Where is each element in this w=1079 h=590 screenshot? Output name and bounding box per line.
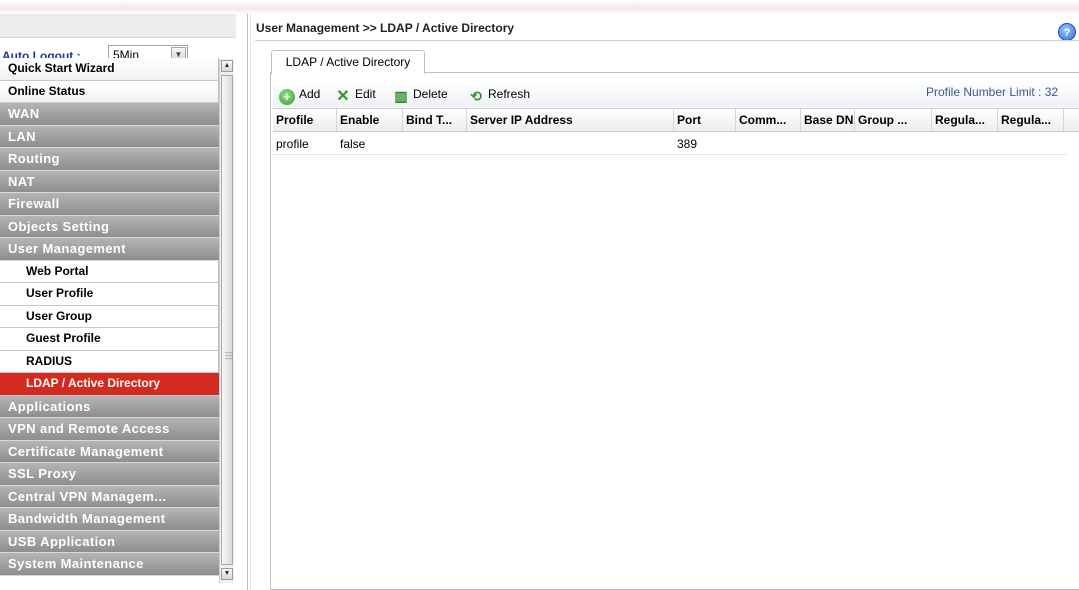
refresh-icon: ⟲ [470, 88, 482, 104]
help-icon[interactable]: ? [1058, 23, 1076, 41]
edit-label: Edit [355, 87, 376, 101]
sidebar-item-firewall[interactable]: Firewall [0, 193, 219, 216]
grip-icon: — — — [225, 348, 233, 363]
breadcrumb: User Management >> LDAP / Active Directo… [256, 21, 515, 35]
add-icon: + [279, 89, 295, 105]
sidebar-item-guest-profile[interactable]: Guest Profile [0, 328, 219, 351]
sidebar-item-online-status[interactable]: Online Status [0, 80, 219, 103]
profile-number-limit: Profile Number Limit : 32 [926, 85, 1059, 99]
sidebar-item-usb-application[interactable]: USB Application [0, 530, 219, 553]
divider [250, 14, 251, 590]
sidebar-item-vpn-and-remote-access[interactable]: VPN and Remote Access [0, 418, 219, 441]
refresh-label: Refresh [488, 87, 531, 101]
sidebar-menu: Quick Start Wizard Online Status WAN LAN Rou… [0, 58, 219, 576]
sidebar-item-certificate-management[interactable]: Certificate Management [0, 440, 219, 463]
scroll-up-icon[interactable]: ▲ [221, 60, 233, 72]
sidebar-item-user-management[interactable]: User Management [0, 238, 219, 261]
column-header[interactable]: Profile [273, 109, 337, 131]
table-header: Profile Enable Bind T... Server IP Address P… [273, 108, 1079, 132]
sidebar-scrollbar[interactable]: ▲ — — — ▼ [219, 59, 234, 583]
column-header[interactable]: Port [674, 109, 736, 131]
table-cell [736, 133, 801, 155]
column-header[interactable]: Regula... [932, 109, 998, 131]
add-label: Add [299, 87, 321, 101]
scroll-down-icon[interactable]: ▼ [221, 568, 233, 580]
column-header[interactable]: Base DN [801, 109, 855, 131]
table-cell [932, 133, 998, 155]
table-cell: profile [276, 137, 309, 151]
table-cell [467, 133, 674, 155]
sidebar-item-routing[interactable]: Routing [0, 148, 219, 171]
table-cell: 389 [677, 137, 698, 151]
table-cell [801, 133, 855, 155]
sidebar-item-applications[interactable]: Applications [0, 395, 219, 418]
edit-button[interactable]: ✕ Edit [335, 85, 376, 105]
sidebar-item-user-profile[interactable]: User Profile [0, 283, 219, 306]
column-header[interactable]: Server IP Address [467, 109, 674, 131]
sidebar-header [0, 14, 236, 38]
table-cell [855, 133, 932, 155]
table-cell [403, 133, 467, 155]
sidebar-item-radius[interactable]: RADIUS [0, 350, 219, 373]
top-border [0, 0, 1079, 14]
divider [255, 40, 1079, 41]
refresh-button[interactable]: ⟲ Refresh [468, 85, 531, 104]
delete-button[interactable]: ▥ Delete [393, 85, 448, 104]
table-row[interactable]: profile false 389 [273, 133, 1067, 155]
sidebar-item-ldap-active-directory[interactable]: LDAP / Active Directory [0, 373, 219, 396]
sidebar-item-wan[interactable]: WAN [0, 103, 219, 126]
divider [247, 14, 248, 590]
sidebar-item-system-maintenance[interactable]: System Maintenance [0, 553, 219, 576]
sidebar-item-central-vpn-managem[interactable]: Central VPN Managem... [0, 485, 219, 508]
tab-ldap-active-directory[interactable]: LDAP / Active Directory [271, 50, 425, 74]
column-header[interactable]: Bind T... [403, 109, 467, 131]
column-header[interactable]: Regula... [998, 109, 1064, 131]
trash-icon: ▥ [394, 88, 408, 104]
sidebar-item-nat[interactable]: NAT [0, 170, 219, 193]
sidebar-item-ssl-proxy[interactable]: SSL Proxy [0, 463, 219, 486]
sidebar-item-user-group[interactable]: User Group [0, 305, 219, 328]
sidebar-item-web-portal[interactable]: Web Portal [0, 260, 219, 283]
sidebar-item-bandwidth-management[interactable]: Bandwidth Management [0, 508, 219, 531]
sidebar-item-objects-setting[interactable]: Objects Setting [0, 215, 219, 238]
column-header[interactable]: Group ... [855, 109, 932, 131]
scrollbar-thumb[interactable]: — — — [221, 75, 233, 565]
table-cell [998, 133, 1064, 155]
column-header[interactable]: Enable [337, 109, 403, 131]
column-header[interactable]: Comm... [736, 109, 801, 131]
add-button[interactable]: + Add [279, 85, 321, 105]
sidebar-item-quick-start-wizard[interactable]: Quick Start Wizard [0, 58, 219, 81]
edit-icon: ✕ [336, 88, 350, 105]
table-cell: false [340, 137, 366, 151]
delete-label: Delete [413, 87, 448, 101]
sidebar-item-lan[interactable]: LAN [0, 125, 219, 148]
